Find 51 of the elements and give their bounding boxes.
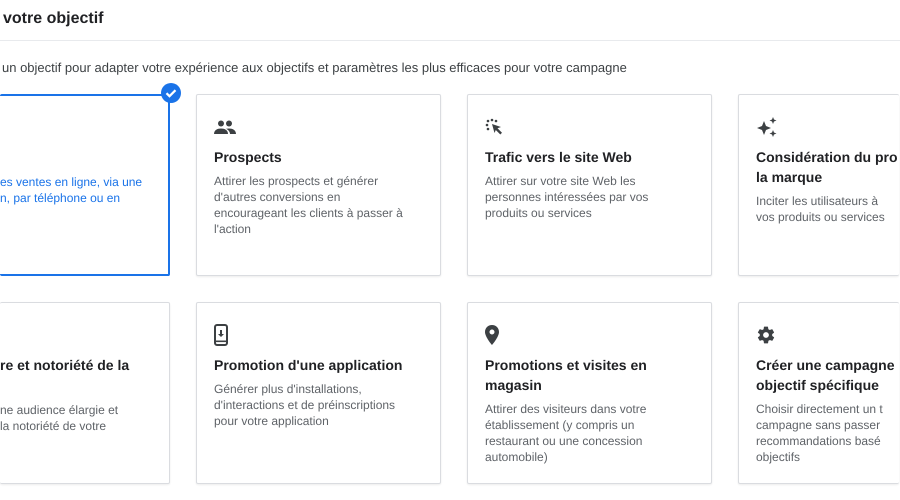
page-title: votre objectif	[2, 9, 104, 29]
objective-card[interactable]: Promotion d'une application Générer plus d'installations, d'interactions et de préinscriptions pour votre application	[196, 302, 441, 484]
objective-card[interactable]: Considération du pro la marque Inciter les utilisateurs à vos produits ou services	[738, 94, 899, 276]
card-description: ne audience élargie et	[0, 402, 120, 418]
location-pin-icon	[485, 325, 499, 345]
card-description: campagne sans passer	[756, 417, 882, 433]
card-description: Inciter les utilisateurs à	[756, 193, 880, 209]
card-description: personnes intéressées par vos	[485, 189, 650, 205]
card-description: Générer plus d'installations,	[214, 381, 363, 397]
sparkle-icon	[756, 116, 778, 138]
card-title: Considération du pro	[756, 148, 899, 167]
card-description: es ventes en ligne, via une	[0, 174, 144, 190]
card-description: d'autres conversions en	[214, 189, 342, 205]
card-description: encourageant les clients à passer à	[214, 205, 404, 221]
subtitle: un objectif pour adapter votre expérience aux objectifs et paramètres les plus efficaces pour votre campagne	[1, 58, 627, 77]
objective-card[interactable]: Promotions et visites en magasin Attirer des visiteurs dans votre établissement (y compris un restaurant ou une concession automobile)	[467, 302, 712, 484]
card-description: Attirer des visiteurs dans votre	[485, 401, 648, 417]
card-description: l'action	[214, 221, 252, 237]
card-description: objectifs	[756, 449, 802, 465]
objective-card[interactable]: re et notoriété de la ne audience élargie et la notoriété de votre	[0, 302, 170, 484]
card-description: n, par téléphone ou en	[0, 190, 122, 206]
card-title: Créer une campagne	[756, 356, 896, 375]
card-description: Choisir directement un t	[756, 401, 884, 417]
people-icon	[214, 120, 236, 134]
card-description: établissement (y compris un	[485, 417, 636, 433]
card-description: produits ou services	[485, 205, 593, 221]
objective-card[interactable]: Créer une campagne objectif spécifique Choisir directement un t campagne sans passer recommandations basé objectifs	[738, 302, 899, 484]
card-description: Attirer les prospects et générer	[214, 173, 380, 189]
card-title: objectif spécifique	[756, 376, 880, 395]
card-description: vos produits ou services	[756, 209, 886, 225]
card-description: automobile)	[485, 449, 549, 465]
card-title: magasin	[485, 376, 543, 395]
card-description: Attirer sur votre site Web les	[485, 173, 636, 189]
card-description: la notoriété de votre	[0, 418, 108, 434]
card-description: recommandations basé	[756, 433, 882, 449]
card-title: Promotions et visites en	[485, 356, 648, 375]
selected-objective-card[interactable]: es ventes en ligne, via une n, par téléphone ou en	[0, 94, 170, 276]
card-description: d'interactions et de préinscriptions	[214, 397, 396, 413]
card-description: restaurant ou une concession	[485, 433, 644, 449]
card-description: pour votre application	[214, 413, 330, 429]
objective-card[interactable]: Trafic vers le site Web Attirer sur votre site Web les personnes intéressées par vos produits ou services	[467, 94, 712, 276]
cursor-click-icon	[485, 118, 505, 136]
card-title: Prospects	[214, 148, 283, 167]
objective-card[interactable]: Prospects Attirer les prospects et générer d'autres conversions en encourageant les clients à passer à l'action	[196, 94, 441, 276]
card-title: re et notoriété de la	[0, 356, 130, 375]
check-circle-icon	[161, 83, 181, 103]
settings-icon	[756, 325, 776, 345]
card-title: la marque	[756, 168, 824, 187]
phone-download-icon	[214, 324, 228, 346]
card-title: Promotion d'une application	[214, 356, 404, 375]
card-title: Trafic vers le site Web	[485, 148, 633, 167]
